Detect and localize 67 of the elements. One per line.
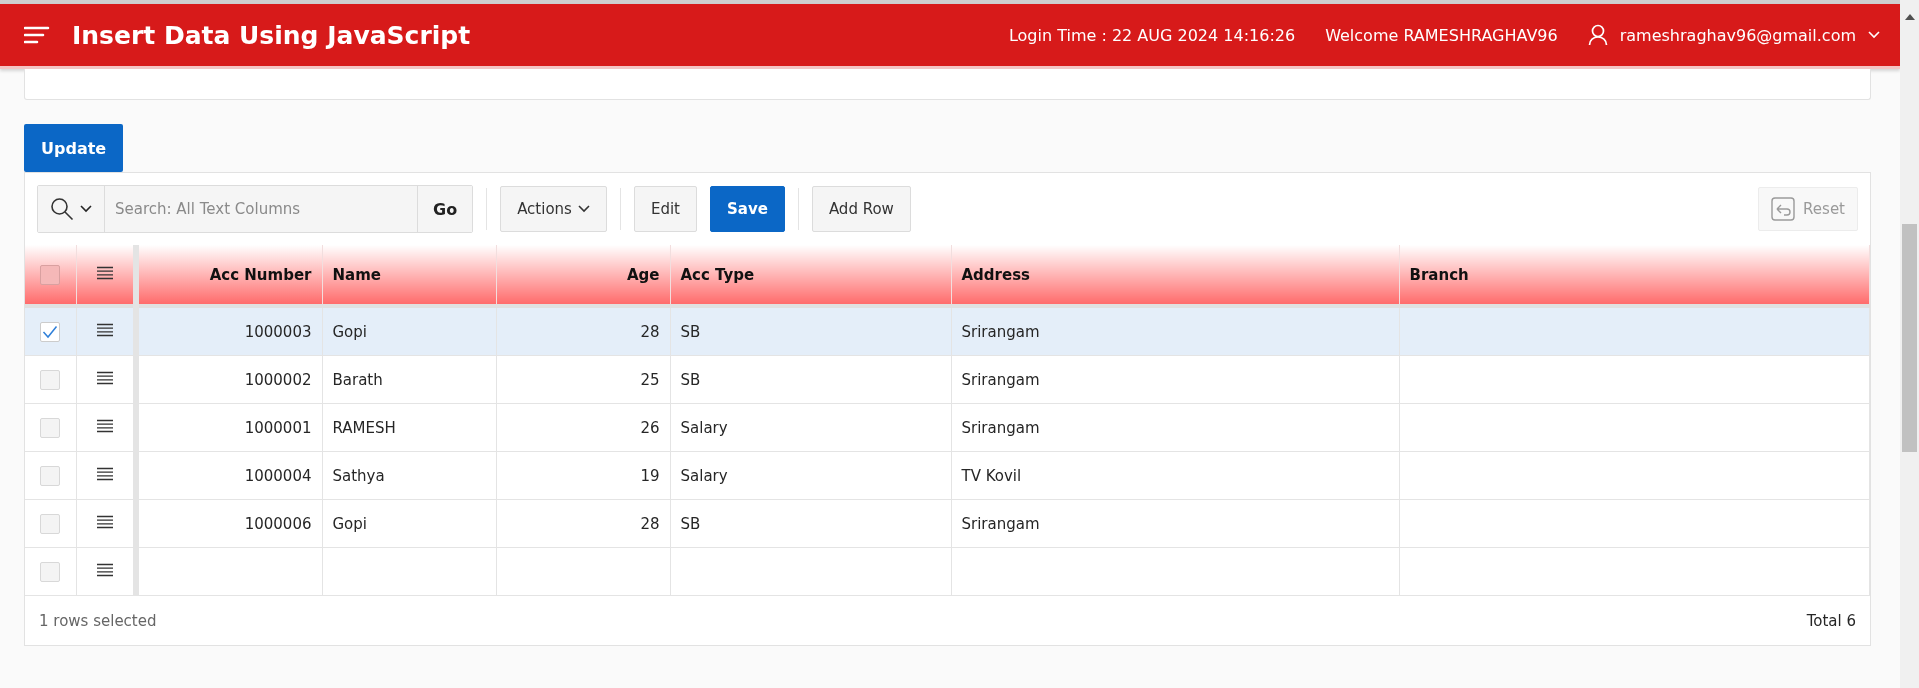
update-button[interactable]: Update bbox=[24, 124, 124, 172]
menu-icon[interactable] bbox=[24, 26, 50, 44]
table-cell: 1000002 bbox=[136, 355, 322, 404]
table-cell: 1000003 bbox=[136, 306, 322, 356]
toolbar-button[interactable]: Edit bbox=[633, 186, 697, 232]
search-icon[interactable] bbox=[50, 197, 74, 221]
search-field[interactable]: Search: All Text Columns Go bbox=[37, 185, 474, 233]
table-cell: SB bbox=[670, 499, 951, 548]
table-cell: 19 bbox=[496, 451, 670, 500]
table-cell: 1000001 bbox=[136, 403, 322, 452]
welcome-text: Welcome RAMESHRAGHAV96 bbox=[1325, 25, 1558, 45]
row-checkbox[interactable] bbox=[40, 465, 61, 486]
table-cell: 28 bbox=[496, 306, 670, 356]
table-cell: Salary bbox=[670, 403, 951, 452]
table-cell: Salary bbox=[670, 451, 951, 500]
row-menu-icon[interactable] bbox=[95, 562, 114, 577]
column-menu-icon[interactable] bbox=[95, 265, 114, 280]
table-cell: SB bbox=[670, 306, 951, 356]
table-cell: Srirangam bbox=[951, 403, 1399, 452]
column-header[interactable]: Branch bbox=[1399, 245, 1870, 306]
table-cell: Sathya bbox=[322, 451, 496, 500]
scrollbar-thumb[interactable] bbox=[1902, 224, 1917, 452]
select-all-checkbox[interactable] bbox=[40, 264, 61, 285]
column-header[interactable]: Address bbox=[951, 245, 1399, 306]
table-cell: 1000004 bbox=[136, 451, 322, 500]
go-button[interactable]: Go bbox=[417, 186, 473, 232]
table-cell: Barath bbox=[322, 355, 496, 404]
actions-button[interactable]: Actions bbox=[500, 186, 607, 232]
total-count: Total 6 bbox=[1806, 611, 1856, 630]
toolbar-button[interactable]: Add Row bbox=[811, 186, 911, 232]
row-checkbox[interactable] bbox=[40, 321, 61, 342]
row-menu-icon[interactable] bbox=[95, 370, 114, 385]
table-cell: Srirangam bbox=[951, 306, 1399, 356]
chevron-down-icon bbox=[1868, 31, 1880, 39]
selection-count: 1 rows selected bbox=[39, 611, 157, 630]
row-checkbox[interactable] bbox=[40, 513, 61, 534]
row-checkbox[interactable] bbox=[40, 561, 61, 582]
column-header[interactable]: Acc Type bbox=[670, 245, 951, 306]
row-menu-icon[interactable] bbox=[95, 466, 114, 481]
login-time: Login Time : 22 AUG 2024 14:16:26 bbox=[1008, 25, 1296, 45]
user-icon bbox=[1587, 24, 1608, 46]
row-menu-icon[interactable] bbox=[95, 418, 114, 433]
reset-icon bbox=[1771, 197, 1796, 221]
table-cell: 28 bbox=[496, 499, 670, 548]
scroll-up-icon[interactable] bbox=[1904, 14, 1915, 20]
table-cell: Srirangam bbox=[951, 499, 1399, 548]
table-cell: Gopi bbox=[322, 499, 496, 548]
chevron-down-icon bbox=[80, 205, 92, 213]
table-cell: 25 bbox=[496, 355, 670, 404]
table-cell: 1000006 bbox=[136, 499, 322, 548]
column-header[interactable]: Name bbox=[322, 245, 496, 306]
table-cell: Gopi bbox=[322, 306, 496, 356]
table-cell: TV Kovil bbox=[951, 451, 1399, 500]
column-header[interactable]: Age bbox=[496, 245, 670, 306]
user-menu[interactable]: rameshraghav96@gmail.com bbox=[1619, 25, 1856, 45]
column-header[interactable]: Acc Number bbox=[136, 245, 322, 306]
row-menu-icon[interactable] bbox=[95, 322, 114, 337]
row-checkbox[interactable] bbox=[40, 369, 61, 390]
table-cell: SB bbox=[670, 355, 951, 404]
table-cell: 26 bbox=[496, 403, 670, 452]
table-cell: RAMESH bbox=[322, 403, 496, 452]
row-menu-icon[interactable] bbox=[95, 514, 114, 529]
chevron-down-icon bbox=[577, 205, 590, 213]
toolbar-button[interactable]: Save bbox=[710, 186, 785, 232]
row-checkbox[interactable] bbox=[40, 417, 61, 438]
page-title: Insert Data Using JavaScript bbox=[72, 20, 472, 50]
table-cell: Srirangam bbox=[951, 355, 1399, 404]
